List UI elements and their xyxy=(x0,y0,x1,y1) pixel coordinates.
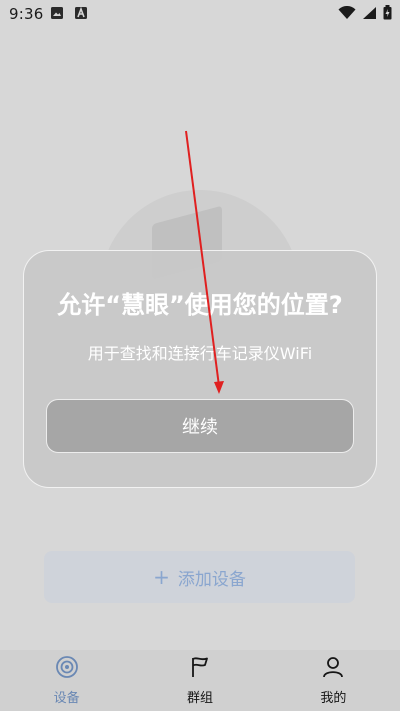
status-time: 9:36 xyxy=(9,5,44,23)
tab-profile[interactable]: 我的 xyxy=(267,650,400,711)
dialog-title: 允许“慧眼”使用您的位置? xyxy=(57,291,343,319)
flag-icon xyxy=(188,655,212,683)
tab-devices[interactable]: 设备 xyxy=(0,650,133,711)
tab-label: 群组 xyxy=(186,691,213,706)
tab-groups[interactable]: 群组 xyxy=(133,650,266,711)
location-permission-dialog: 允许“慧眼”使用您的位置? 用于查找和连接行车记录仪WiFi 继续 xyxy=(23,250,377,488)
image-icon xyxy=(50,6,64,24)
bottom-tab-bar: 设备 群组 我的 xyxy=(0,650,400,711)
dialog-subtitle: 用于查找和连接行车记录仪WiFi xyxy=(87,344,313,363)
tab-label: 我的 xyxy=(320,691,347,706)
tab-label: 设备 xyxy=(53,691,80,706)
wifi-icon xyxy=(338,5,356,24)
battery-icon xyxy=(383,5,392,24)
a-letter-icon xyxy=(74,6,88,24)
status-bar: 9:36 xyxy=(0,0,400,28)
continue-button[interactable]: 继续 xyxy=(46,399,354,453)
plus-icon: + xyxy=(153,565,170,589)
profile-icon xyxy=(321,655,345,683)
add-device-button[interactable]: + 添加设备 xyxy=(44,551,355,603)
add-device-label: 添加设备 xyxy=(177,569,246,590)
signal-icon xyxy=(362,6,377,24)
device-icon xyxy=(55,655,79,683)
